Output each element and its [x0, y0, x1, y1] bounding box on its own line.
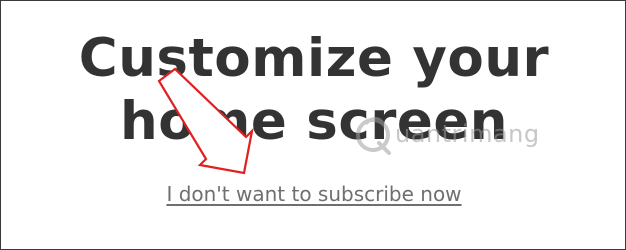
watermark-text: uantrimang: [395, 120, 540, 148]
decline-subscription-link[interactable]: I don't want to subscribe now: [1, 180, 625, 208]
page-frame: Customize your home screen I don't want …: [0, 0, 626, 250]
watermark: uantrimang: [353, 113, 583, 157]
quantrimang-logo-icon: [356, 117, 391, 155]
